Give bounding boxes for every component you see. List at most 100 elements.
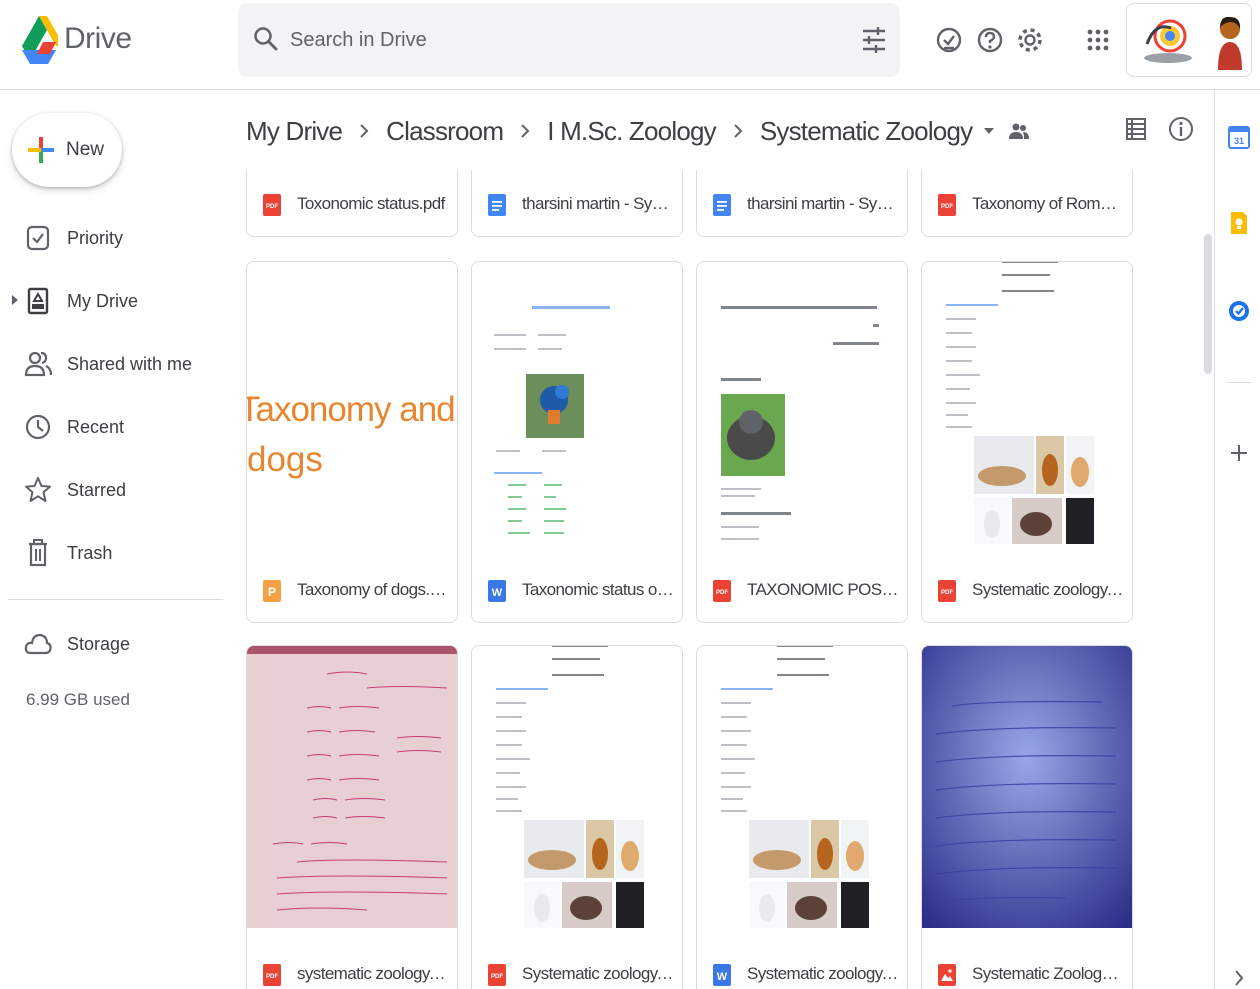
chevron-right-icon bbox=[734, 124, 743, 138]
info-icon[interactable] bbox=[1168, 114, 1194, 144]
drive-logo-icon[interactable] bbox=[20, 12, 58, 66]
pdf-file-icon: PDF bbox=[938, 194, 956, 216]
file-card[interactable]: tharsini martin - Systematic Zoology bbox=[696, 170, 908, 237]
file-card[interactable]: tharsini martin - Systematic Zoology bbox=[471, 170, 683, 237]
file-name: Taxonomy of Romerolagus diazi bbox=[972, 194, 1124, 213]
pdf-file-icon: PDF bbox=[263, 964, 281, 986]
storage-used-text: 6.99 GB used bbox=[26, 690, 130, 709]
document-preview bbox=[946, 262, 1094, 544]
svg-text:PDF: PDF bbox=[491, 974, 503, 980]
organization-logo-icon bbox=[1144, 19, 1192, 63]
file-name: tharsini martin - Systematic Zoology bbox=[747, 194, 899, 213]
ready-for-offline-icon[interactable] bbox=[934, 24, 964, 56]
document-preview bbox=[721, 646, 869, 928]
file-card[interactable]: PDF TAXONOMIC POSITION OF FELIS CATUS bbox=[696, 261, 908, 623]
image-file-icon bbox=[938, 964, 956, 986]
sidebar-item-label: Trash bbox=[67, 543, 113, 563]
shared-icon bbox=[24, 351, 52, 377]
app-title: Drive bbox=[64, 22, 132, 55]
sidebar-item-label: Starred bbox=[67, 480, 127, 500]
caret-down-icon[interactable] bbox=[982, 124, 996, 138]
sidebar-item-priority[interactable]: Priority bbox=[0, 213, 230, 263]
file-name: tharsini martin - Systematic Zoology bbox=[522, 194, 674, 213]
priority-icon bbox=[26, 225, 50, 251]
new-button[interactable]: New bbox=[12, 113, 122, 187]
keep-notes-icon[interactable] bbox=[1227, 210, 1251, 236]
cloud-icon bbox=[24, 633, 52, 655]
sidebar-item-label: My Drive bbox=[67, 291, 138, 311]
plus-icon bbox=[28, 137, 54, 163]
thumbnail-title: Taxonomy and morph bbox=[247, 390, 457, 429]
account-area[interactable] bbox=[1126, 3, 1252, 77]
file-card[interactable]: PDF Taxonomy of Romerolagus diazi bbox=[921, 170, 1133, 237]
my-drive-icon bbox=[27, 287, 49, 315]
avatar[interactable] bbox=[1215, 14, 1245, 70]
expand-caret-icon[interactable] bbox=[10, 293, 20, 307]
file-grid: PDF Toxonomic status.pdf tharsini martin… bbox=[236, 170, 1205, 989]
chevron-right-icon bbox=[521, 124, 530, 138]
file-name: systematic zoology.pdf bbox=[297, 964, 449, 983]
word-file-icon: W bbox=[488, 580, 506, 602]
sidebar-item-label: Priority bbox=[67, 228, 124, 248]
file-name: Taxonomy of dogs.pptx bbox=[297, 580, 449, 599]
add-addon-plus-icon[interactable] bbox=[1227, 440, 1251, 466]
star-icon bbox=[25, 477, 51, 502]
content-scrollbar[interactable] bbox=[1204, 234, 1212, 374]
file-name: Systematic Zoology (06-2021).jpg bbox=[972, 964, 1124, 983]
chevron-right-icon[interactable] bbox=[1227, 968, 1251, 988]
breadcrumb-msc-zoology[interactable]: I M.Sc. Zoology bbox=[547, 116, 716, 147]
new-button-label: New bbox=[66, 139, 105, 160]
tasks-icon[interactable] bbox=[1227, 298, 1251, 324]
search-box[interactable] bbox=[238, 3, 900, 77]
sidebar-item-recent[interactable]: Recent bbox=[0, 402, 230, 452]
file-name: Toxonomic status.pdf bbox=[297, 194, 445, 213]
settings-gear-icon[interactable] bbox=[1015, 24, 1045, 56]
google-doc-file-icon bbox=[713, 194, 731, 216]
svg-text:PDF: PDF bbox=[266, 974, 278, 980]
google-doc-file-icon bbox=[488, 194, 506, 216]
file-thumbnail: Taxonomy and morph dogs bbox=[247, 262, 457, 544]
file-name: Taxonomic status of organisms bbox=[522, 580, 674, 599]
breadcrumb-classroom[interactable]: Classroom bbox=[386, 116, 504, 147]
search-options-icon[interactable] bbox=[860, 25, 888, 55]
handwritten-notes-preview bbox=[247, 646, 457, 928]
search-input[interactable] bbox=[290, 21, 830, 59]
file-card[interactable]: W Systematic zoology.docx bbox=[696, 645, 908, 989]
breadcrumb-systematic-zoology[interactable]: Systematic Zoology bbox=[760, 116, 973, 147]
file-card[interactable]: Systematic Zoology (06-2021).jpg bbox=[921, 645, 1133, 989]
side-panel-divider bbox=[1227, 382, 1251, 383]
calendar-icon[interactable]: 31 bbox=[1227, 124, 1251, 150]
search-icon[interactable] bbox=[252, 25, 280, 53]
sidebar-item-starred[interactable]: Starred bbox=[0, 465, 230, 515]
file-thumbnail bbox=[472, 646, 682, 928]
breadcrumb: My Drive Classroom I M.Sc. Zoology Syste… bbox=[246, 108, 1030, 154]
file-card[interactable]: PDF Systematic zoology.pdf bbox=[471, 645, 683, 989]
svg-text:PDF: PDF bbox=[941, 204, 953, 210]
file-card[interactable]: PDF systematic zoology.pdf bbox=[246, 645, 458, 989]
list-view-icon[interactable] bbox=[1124, 116, 1148, 142]
clock-icon bbox=[25, 414, 51, 440]
file-thumbnail bbox=[922, 646, 1132, 928]
apps-grid-icon[interactable] bbox=[1083, 24, 1113, 56]
svg-text:PDF: PDF bbox=[716, 590, 728, 596]
shared-folder-people-icon[interactable] bbox=[1008, 120, 1030, 142]
sidebar-item-storage[interactable]: Storage bbox=[0, 619, 230, 669]
file-card[interactable]: PDF Systematic zoology.pdf bbox=[921, 261, 1133, 623]
file-card[interactable]: PDF Toxonomic status.pdf bbox=[246, 170, 458, 237]
sidebar-item-shared-with-me[interactable]: Shared with me bbox=[0, 339, 230, 389]
pdf-file-icon: PDF bbox=[713, 580, 731, 602]
file-card[interactable]: Taxonomy and morph dogs P Taxonomy of do… bbox=[246, 261, 458, 623]
pdf-file-icon: PDF bbox=[488, 964, 506, 986]
sidebar-item-my-drive[interactable]: My Drive bbox=[0, 276, 230, 326]
help-icon[interactable] bbox=[975, 24, 1005, 56]
file-thumbnail bbox=[697, 646, 907, 928]
file-card[interactable]: W Taxonomic status of organisms bbox=[471, 261, 683, 623]
pptx-file-icon: P bbox=[263, 580, 281, 602]
handwritten-photo-preview bbox=[922, 646, 1132, 928]
file-name: Systematic zoology.pdf bbox=[522, 964, 674, 983]
svg-text:W: W bbox=[717, 971, 728, 983]
svg-text:P: P bbox=[268, 585, 276, 599]
breadcrumb-my-drive[interactable]: My Drive bbox=[246, 116, 343, 147]
sidebar-item-trash[interactable]: Trash bbox=[0, 528, 230, 578]
word-file-icon: W bbox=[713, 964, 731, 986]
